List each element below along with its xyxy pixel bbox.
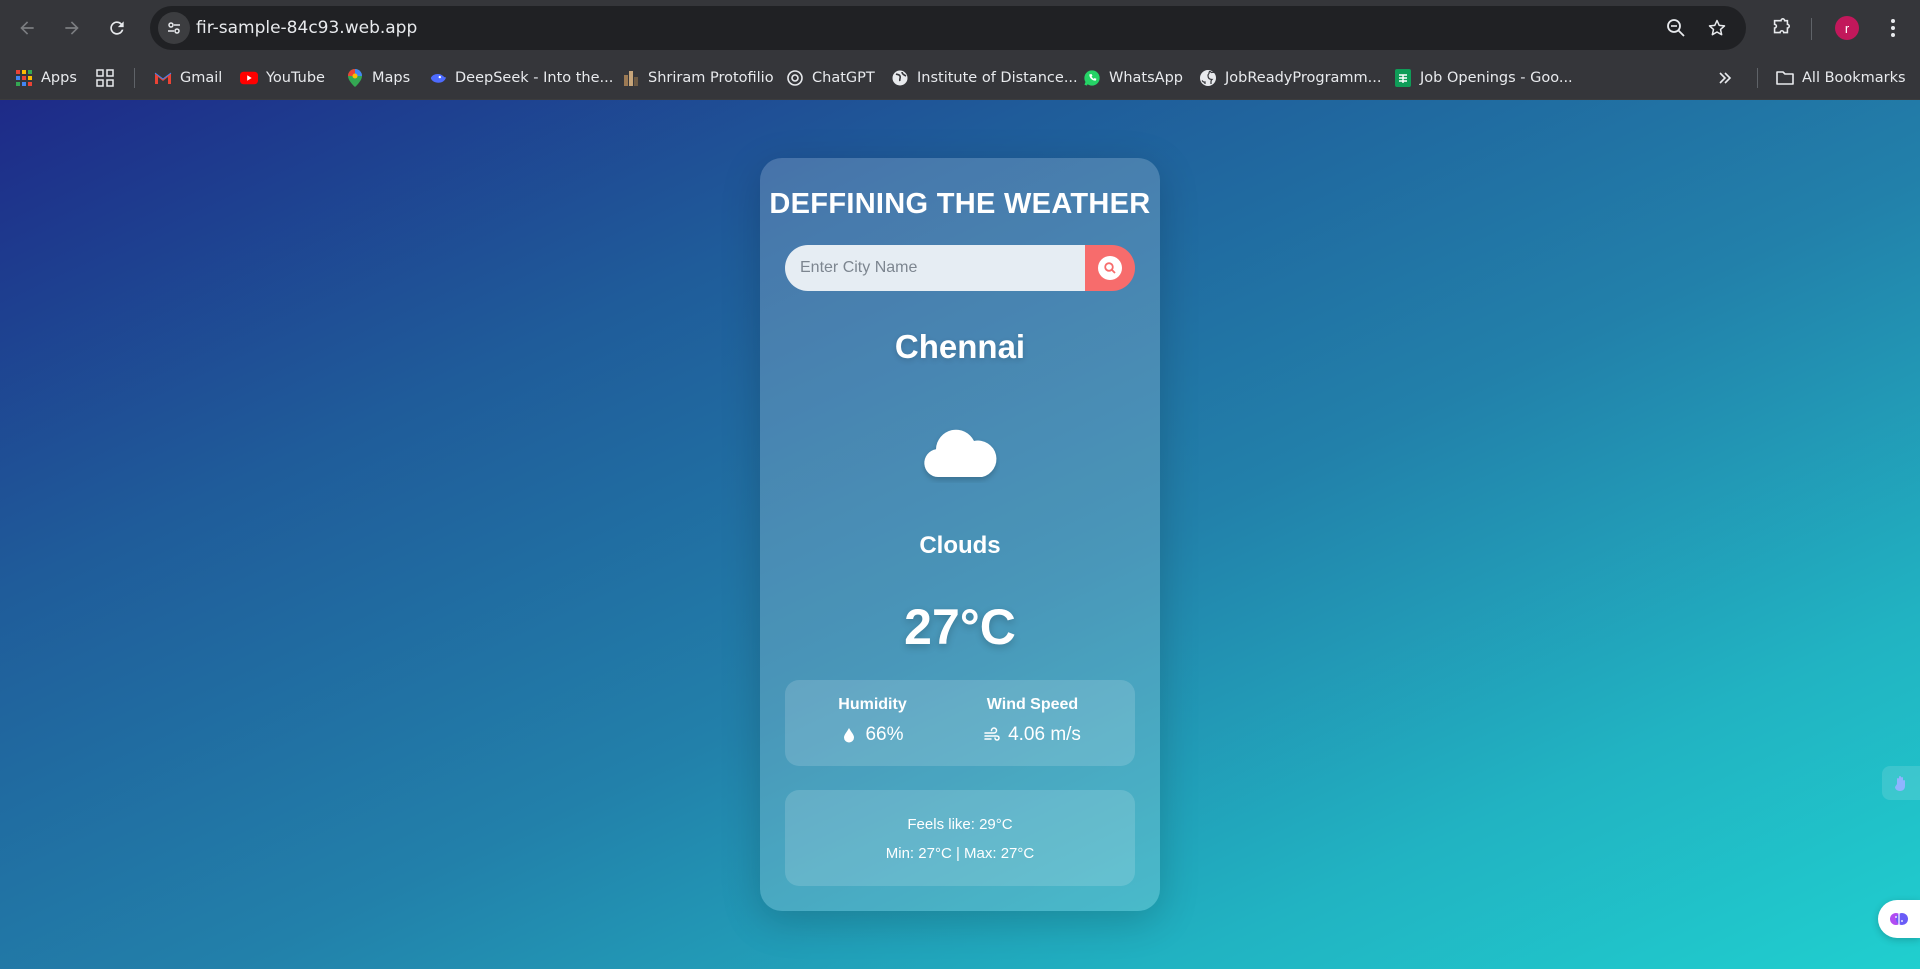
weather-condition: Clouds xyxy=(919,532,1001,559)
page-background: DEFFINING THE WEATHER Chennai Clouds 27°… xyxy=(0,100,1920,969)
bookmark-deepseek[interactable]: DeepSeek - Into the... xyxy=(429,64,613,92)
wind-stat: Wind Speed 4.06 m/s xyxy=(945,696,1120,746)
tune-icon xyxy=(168,22,180,34)
wind-icon xyxy=(984,727,1000,741)
profile-button[interactable]: r xyxy=(1829,10,1865,46)
bookmark-label: JobReadyProgramm... xyxy=(1225,70,1382,86)
bookmark-label: Institute of Distance... xyxy=(917,70,1078,86)
deepseek-icon xyxy=(429,69,447,87)
menu-button[interactable] xyxy=(1875,10,1911,46)
reload-button[interactable] xyxy=(99,10,135,46)
avatar: r xyxy=(1835,16,1859,40)
site-info-button[interactable] xyxy=(158,12,190,44)
bookmark-label: ChatGPT xyxy=(812,70,875,86)
reload-icon xyxy=(110,21,124,35)
arrow-left-icon xyxy=(20,21,34,35)
whatsapp-icon xyxy=(1083,69,1101,87)
hand-icon xyxy=(1895,776,1905,791)
bookmark-label: Apps xyxy=(41,70,77,86)
min-max-text: Min: 27°C | Max: 27°C xyxy=(885,845,1035,862)
wind-label: Wind Speed xyxy=(986,696,1079,713)
brain-icon xyxy=(1890,913,1908,925)
bookmark-label: DeepSeek - Into the... xyxy=(455,70,614,86)
address-bar[interactable]: fir-sample-84c93.web.app xyxy=(150,6,1746,50)
extra-info-panel: Feels like: 29°C Min: 27°C | Max: 27°C xyxy=(785,790,1135,886)
extensions-button[interactable] xyxy=(1763,10,1799,46)
water-drop-icon xyxy=(844,728,855,743)
bookmark-label: Job Openings - Goo... xyxy=(1420,70,1573,86)
cloud-icon xyxy=(920,423,1000,483)
bookmark-star-icon[interactable] xyxy=(1705,16,1729,40)
bookmark-label: All Bookmarks xyxy=(1802,70,1906,86)
github-icon xyxy=(1199,69,1217,87)
bookmark-job-openings[interactable]: Job Openings - Goo... xyxy=(1394,64,1573,92)
gmail-icon xyxy=(154,69,172,87)
bookmark-gmail[interactable]: Gmail xyxy=(154,64,222,92)
browser-toolbar: fir-sample-84c93.web.app r xyxy=(0,0,1920,56)
bookmark-label: Maps xyxy=(372,70,411,86)
folder-icon xyxy=(1776,69,1794,87)
bookmark-label: YouTube xyxy=(266,70,325,86)
chatgpt-icon xyxy=(786,69,804,87)
back-button[interactable] xyxy=(9,10,45,46)
weather-card: DEFFINING THE WEATHER Chennai Clouds 27°… xyxy=(760,158,1160,911)
maps-icon xyxy=(346,69,364,87)
zoom-icon[interactable] xyxy=(1664,16,1688,40)
humidity-stat: Humidity 66% xyxy=(785,696,960,746)
humidity-label: Humidity xyxy=(838,696,907,713)
bookmark-maps[interactable]: Maps xyxy=(346,64,410,92)
puzzle-icon xyxy=(1773,18,1791,34)
apps-grid-icon xyxy=(15,69,33,87)
humidity-value: 66% xyxy=(865,724,904,745)
bookmark-institute[interactable]: Institute of Distance... xyxy=(891,64,1078,92)
all-bookmarks-button[interactable]: All Bookmarks xyxy=(1776,64,1906,92)
bookmark-whatsapp[interactable]: WhatsApp xyxy=(1083,64,1183,92)
search-icon xyxy=(1098,256,1122,280)
bookmark-jobready[interactable]: JobReadyProgramm... xyxy=(1199,64,1382,92)
youtube-icon xyxy=(240,69,258,87)
globe-icon xyxy=(891,69,909,87)
more-bookmarks-button[interactable] xyxy=(1716,64,1734,92)
bookmark-apps[interactable]: Apps xyxy=(15,64,77,92)
sheets-icon xyxy=(1394,69,1412,87)
assistant-widget-button[interactable] xyxy=(1878,900,1920,938)
bookmark-label: Shriram Protofilio xyxy=(648,70,774,86)
side-widget-button[interactable] xyxy=(1882,766,1920,800)
search-button[interactable] xyxy=(1085,245,1135,291)
bookmarks-bar: Apps Gmail YouTube Maps DeepSeek - Into … xyxy=(0,56,1920,100)
temperature: 27°C xyxy=(904,599,1016,655)
url-text[interactable]: fir-sample-84c93.web.app xyxy=(196,18,417,38)
app-title: DEFFINING THE WEATHER xyxy=(769,188,1151,220)
wind-value: 4.06 m/s xyxy=(1008,724,1081,745)
arrow-right-icon xyxy=(65,21,79,35)
search-bar xyxy=(785,245,1135,291)
city-name: Chennai xyxy=(894,328,1026,365)
feels-like-text: Feels like: 29°C xyxy=(907,816,1013,833)
grid-icon xyxy=(96,69,114,87)
portfolio-icon xyxy=(622,69,640,87)
forward-button[interactable] xyxy=(54,10,90,46)
bookmark-youtube[interactable]: YouTube xyxy=(240,64,325,92)
bookmark-portfolio[interactable]: Shriram Protofilio xyxy=(622,64,774,92)
bookmark-label: Gmail xyxy=(180,70,223,86)
bookmark-chatgpt[interactable]: ChatGPT xyxy=(786,64,875,92)
more-vert-icon xyxy=(1891,19,1895,37)
city-search-input[interactable] xyxy=(785,245,1085,291)
bookmark-label: WhatsApp xyxy=(1109,70,1183,86)
tab-groups-button[interactable] xyxy=(96,64,114,92)
chevron-double-right-icon xyxy=(1716,69,1734,87)
weather-stats-panel: Humidity 66% Wind Speed 4.06 m/s xyxy=(785,680,1135,766)
